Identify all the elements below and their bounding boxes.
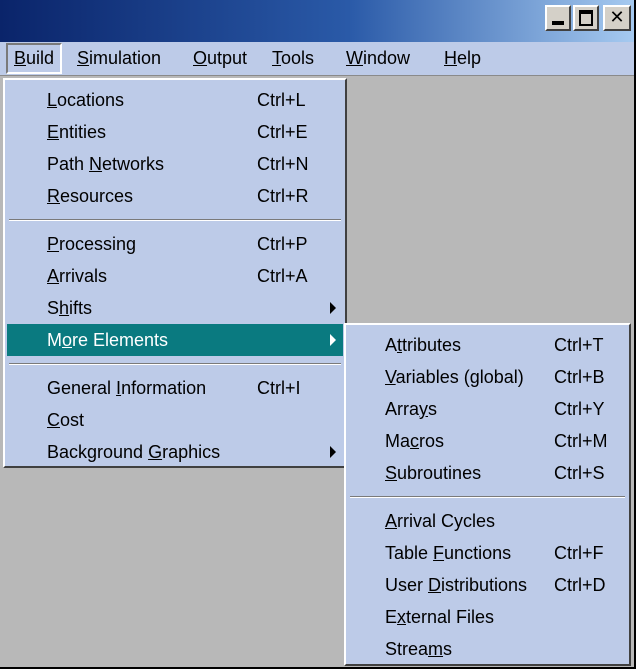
menu-item-background-graphics[interactable]: Background Graphics [7,436,343,468]
menu-separator [9,219,341,221]
menu-item-user-distributions[interactable]: User Distributions Ctrl+D [348,569,627,601]
menu-item-processing[interactable]: Processing Ctrl+P [7,228,343,260]
menu-item-table-functions[interactable]: Table Functions Ctrl+F [348,537,627,569]
menu-item-entities[interactable]: Entities Ctrl+E [7,116,343,148]
menu-help[interactable]: Help [438,42,487,75]
shortcut-label: Ctrl+D [554,575,606,595]
menu-item-locations[interactable]: Locations Ctrl+L [7,84,343,116]
menu-item-resources[interactable]: Resources Ctrl+R [7,180,343,212]
menu-item-arrivals[interactable]: Arrivals Ctrl+A [7,260,343,292]
minimize-button[interactable] [545,5,571,31]
menu-separator [350,496,625,498]
menu-output[interactable]: Output [187,42,253,75]
menu-tools[interactable]: Tools [266,42,320,75]
shortcut-label: Ctrl+R [257,186,309,206]
build-menu: Locations Ctrl+L Entities Ctrl+E Path Ne… [3,78,347,468]
title-bar[interactable]: ✕ [0,0,634,42]
shortcut-label: Ctrl+T [554,335,604,355]
more-elements-submenu: Attributes Ctrl+T Variables (global) Ctr… [344,323,631,666]
menu-build[interactable]: Build [6,43,63,74]
shortcut-label: Ctrl+M [554,431,608,451]
menu-item-external-files[interactable]: External Files [348,601,627,633]
close-button[interactable]: ✕ [603,5,631,31]
menu-item-arrival-cycles[interactable]: Arrival Cycles [348,505,627,537]
menu-bar: Build Simulation Output Tools Window Hel… [0,42,634,76]
shortcut-label: Ctrl+L [257,90,306,110]
menu-item-macros[interactable]: Macros Ctrl+M [348,425,627,457]
submenu-arrow-icon [330,302,336,314]
maximize-button[interactable] [573,5,599,31]
shortcut-label: Ctrl+S [554,463,605,483]
shortcut-label: Ctrl+B [554,367,605,387]
shortcut-label: Ctrl+A [257,266,308,286]
menu-item-variables[interactable]: Variables (global) Ctrl+B [348,361,627,393]
menu-simulation[interactable]: Simulation [71,42,167,75]
menu-item-arrays[interactable]: Arrays Ctrl+Y [348,393,627,425]
menu-window[interactable]: Window [340,42,416,75]
shortcut-label: Ctrl+I [257,378,301,398]
menu-item-cost[interactable]: Cost [7,404,343,436]
menu-item-general-information[interactable]: General Information Ctrl+I [7,372,343,404]
menu-item-more-elements[interactable]: More Elements [7,324,343,356]
shortcut-label: Ctrl+F [554,543,604,563]
submenu-arrow-icon [330,446,336,458]
shortcut-label: Ctrl+P [257,234,308,254]
shortcut-label: Ctrl+E [257,122,308,142]
menu-item-attributes[interactable]: Attributes Ctrl+T [348,329,627,361]
menu-item-path-networks[interactable]: Path Networks Ctrl+N [7,148,343,180]
menu-item-shifts[interactable]: Shifts [7,292,343,324]
application-window: ✕ Build Simulation Output Tools Window H… [0,0,636,669]
menu-item-streams[interactable]: Streams [348,633,627,665]
shortcut-label: Ctrl+N [257,154,309,174]
submenu-arrow-icon [330,334,336,346]
close-icon: ✕ [609,7,625,28]
shortcut-label: Ctrl+Y [554,399,605,419]
menu-separator [9,363,341,365]
menu-item-subroutines[interactable]: Subroutines Ctrl+S [348,457,627,489]
